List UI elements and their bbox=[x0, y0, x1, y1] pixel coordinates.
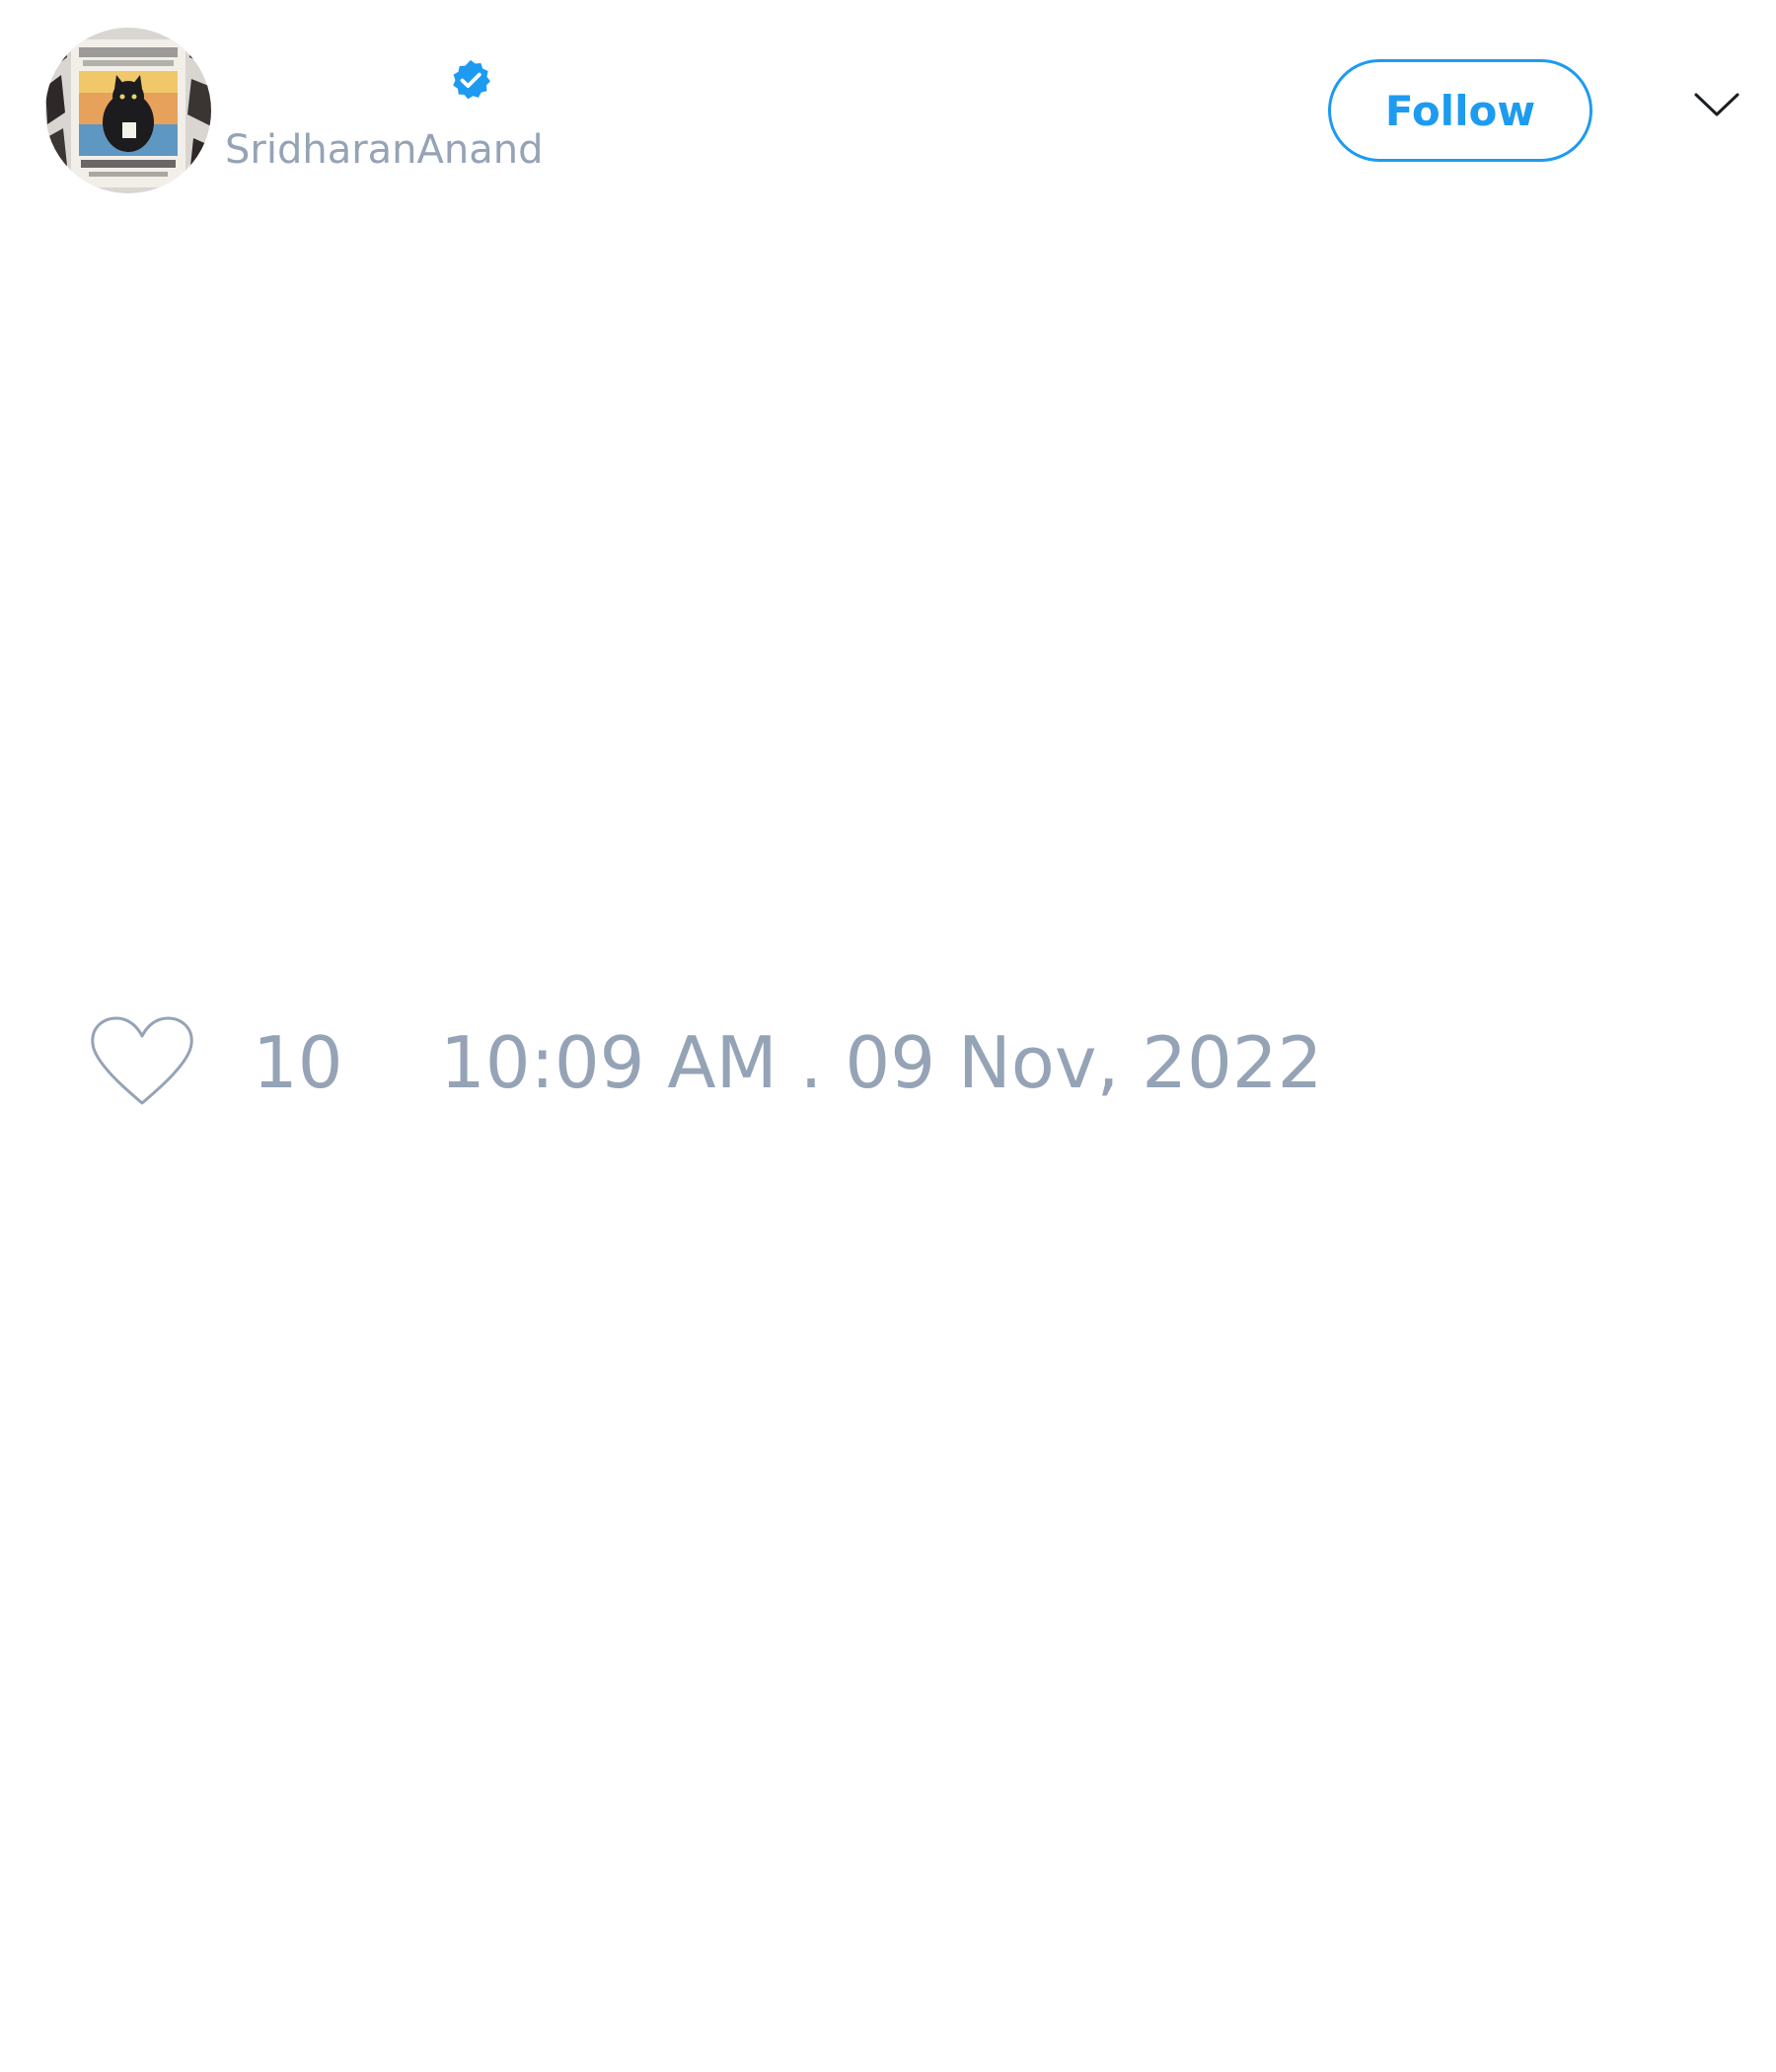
avatar[interactable] bbox=[45, 28, 211, 193]
avatar-image bbox=[45, 28, 211, 193]
tweet-card: SridharanAnand Follow 10 10:09 AM . 09 N… bbox=[0, 0, 1776, 2072]
username[interactable]: SridharanAnand bbox=[225, 126, 543, 174]
chevron-down-icon[interactable] bbox=[1693, 91, 1740, 120]
like-count: 10 bbox=[253, 1021, 343, 1104]
follow-button[interactable]: Follow bbox=[1328, 59, 1592, 162]
heart-outline-icon[interactable] bbox=[89, 1014, 195, 1109]
timestamp[interactable]: 10:09 AM . 09 Nov, 2022 bbox=[440, 1022, 1322, 1103]
verified-badge-icon bbox=[453, 59, 490, 100]
